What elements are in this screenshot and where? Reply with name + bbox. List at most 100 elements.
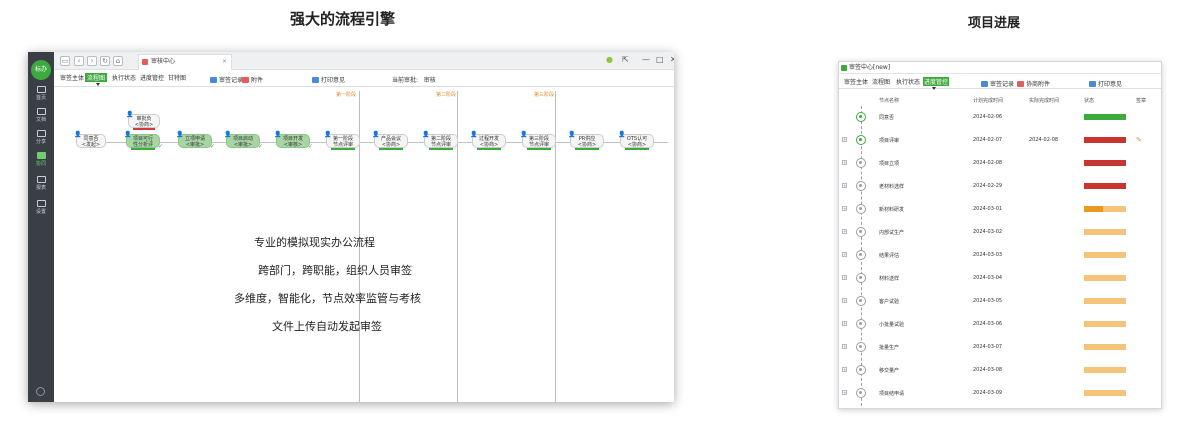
expand-icon[interactable]: + (842, 160, 847, 165)
tab-exec-status[interactable]: 执行状态 (895, 77, 921, 86)
workflow-app-window: 标办 首页 文档 分享 协同 报表 设置 ▭ ‹ › ↻ ⌂ 审核中心 × ● ⇱ — □… (28, 52, 674, 402)
flow-node[interactable]: 👤 第一阶段 节点评审 (324, 132, 360, 150)
plan-date: 2024-03-04 (973, 275, 1003, 281)
expand-icon[interactable]: + (842, 229, 847, 234)
flowchart-canvas[interactable]: 第一阶段 第二阶段 第三阶段 👤 同意否 <发起> 👤 审批负 <协商> 👤 项目可行 性… (54, 88, 674, 402)
current-reviewer: 当前审批: 审核 (392, 75, 436, 84)
flow-node[interactable]: 👤 项目开发 <审核> ✓ (274, 132, 313, 150)
tab-exec-status[interactable]: 执行状态 (110, 73, 138, 82)
table-row[interactable]: 同意否 2024-02-06 (839, 106, 1161, 129)
review-record-button[interactable]: 审签记录 (981, 79, 1014, 88)
table-row[interactable]: + 项目结申请 2024-03-09 (839, 382, 1161, 405)
person-icon: 👤 (224, 131, 232, 138)
flow-node[interactable]: 👤 同意否 <发起> (74, 132, 106, 148)
expand-icon[interactable]: + (842, 206, 847, 211)
table-row[interactable]: + 项目立项 2024-02-08 (839, 152, 1161, 175)
actual-date: 2024-02-08 (1029, 137, 1059, 143)
table-row[interactable]: + 材料送样 2024-03-04 (839, 267, 1161, 290)
flow-node-label: 第二阶段 节点评审 (430, 136, 451, 148)
flow-node[interactable]: 👤 产品会议 <协商> (372, 132, 408, 150)
tab-caret-icon (932, 87, 936, 90)
close-icon[interactable]: ✕ (670, 55, 674, 64)
forward-icon[interactable]: › (87, 56, 97, 66)
signature-stamp-icon[interactable]: ✎ (1136, 136, 1142, 144)
table-row[interactable]: + 移交量产 2024-03-08 (839, 359, 1161, 382)
flow-node[interactable]: 👤 项目启动 <审批> ✓ (224, 131, 263, 150)
sidebar-item-home[interactable]: 首页 (28, 86, 54, 101)
sidebar-toggle-icon[interactable]: ▭ (60, 56, 70, 66)
person-icon: 👤 (126, 111, 134, 118)
home-icon[interactable]: ⌂ (113, 56, 123, 66)
expand-icon[interactable]: + (842, 252, 847, 257)
flow-node[interactable]: 👤 第三阶段 节点评审 (520, 132, 556, 150)
timeline-node-icon (856, 319, 866, 329)
consult-attachment-label: 协商附件 (1026, 81, 1051, 88)
sidebar-item-documents[interactable]: 文档 (28, 108, 54, 123)
flow-node-label: 第一阶段 节点评审 (332, 136, 353, 148)
tab-flowchart[interactable]: 流程图 (85, 73, 108, 82)
maximize-icon[interactable]: □ (656, 55, 664, 64)
table-row[interactable]: + 小批量试验 2024-03-06 (839, 313, 1161, 336)
tab-review-center[interactable]: 审核中心 × (138, 54, 232, 70)
tab-progress-control[interactable]: 进度管控 (138, 73, 166, 82)
plan-date: 2024-03-07 (973, 344, 1003, 350)
close-tab-icon[interactable]: × (222, 55, 227, 69)
flow-node[interactable]: 👤 PR供应 <协商> (568, 132, 604, 150)
flow-node[interactable]: 👤 审批负 <协商> (126, 111, 160, 130)
plan-date: 2024-03-06 (973, 321, 1003, 327)
status-progress-bar (1084, 275, 1126, 281)
expand-icon[interactable]: + (842, 367, 847, 372)
status-progress-bar (1084, 321, 1126, 327)
table-row[interactable]: + 内部试生产 2024-03-02 (839, 221, 1161, 244)
flow-node[interactable]: 👤 立项申请 <审批> ✓ (176, 132, 215, 150)
plan-date: 2024-03-03 (973, 252, 1003, 258)
flow-node[interactable]: 👤 OTS认可 <协商> (618, 132, 654, 150)
person-icon: 👤 (422, 131, 430, 138)
flow-node[interactable]: 👤 过程开发 <协商> (470, 132, 506, 150)
table-row[interactable]: + 老材料选样 2024-02-29 (839, 175, 1161, 198)
review-record-button[interactable]: 审签记录 (210, 75, 243, 84)
print-opinion-button[interactable]: 打印意见 (312, 75, 345, 84)
flow-node[interactable]: 👤 项目可行 性分析评 ✓ (124, 131, 163, 150)
minimize-icon[interactable]: — (642, 55, 650, 64)
sidebar-item-share[interactable]: 分享 (28, 130, 54, 145)
tab-gantt[interactable]: 甘特图 (166, 73, 188, 82)
flow-node[interactable]: 👤 第二阶段 节点评审 (422, 131, 458, 150)
timeline-node-icon (856, 388, 866, 398)
person-icon: 👤 (124, 131, 132, 138)
sidebar-item-label: 分享 (35, 139, 46, 145)
timeline-node-icon (856, 158, 866, 168)
refresh-icon[interactable]: ↻ (100, 56, 110, 66)
table-row[interactable]: + 批量生产 2024-03-07 (839, 336, 1161, 359)
back-icon[interactable]: ‹ (74, 56, 84, 66)
status-progress-fill (1084, 137, 1126, 143)
logout-icon[interactable] (36, 387, 45, 396)
sidebar-item-reports[interactable]: 报表 (28, 176, 54, 191)
pin-icon[interactable]: ⇱ (622, 55, 629, 64)
expand-icon[interactable]: + (842, 321, 847, 326)
sidebar-item-settings[interactable]: 设置 (28, 200, 54, 215)
attachment-button[interactable]: 附件 (242, 75, 263, 84)
expand-icon[interactable]: + (842, 183, 847, 188)
print-icon (312, 77, 319, 83)
flow-node-label: 产品会议 <协商> (380, 136, 401, 148)
expand-icon[interactable]: + (842, 390, 847, 395)
expand-icon[interactable]: + (842, 298, 847, 303)
table-row[interactable]: + 客户试验 2024-03-05 (839, 290, 1161, 313)
flow-node-label: PR供应 <协商> (577, 136, 597, 148)
print-opinion-button[interactable]: 打印意见 (1089, 79, 1122, 88)
tab-subject[interactable]: 审签主体 (58, 73, 86, 82)
consult-attachment-button[interactable]: 协商附件 (1017, 79, 1050, 88)
sidebar-item-collaboration[interactable]: 协同 (28, 152, 54, 167)
tab-subject[interactable]: 审签主体 (843, 77, 869, 86)
expand-icon[interactable]: + (842, 275, 847, 280)
app-logo[interactable]: 标办 (31, 60, 51, 80)
tab-flowchart[interactable]: 流程图 (871, 77, 891, 86)
tab-progress-control[interactable]: 进度管控 (923, 77, 950, 86)
table-row[interactable]: + 结果评估 2024-03-03 (839, 244, 1161, 267)
table-row[interactable]: + 项目评审 2024-02-07 2024-02-08 ✎ (839, 129, 1161, 152)
expand-icon[interactable]: + (842, 344, 847, 349)
table-row[interactable]: + 新材料研发 2024-03-01 (839, 198, 1161, 221)
print-opinion-label: 打印意见 (321, 77, 346, 84)
expand-icon[interactable]: + (842, 137, 847, 142)
